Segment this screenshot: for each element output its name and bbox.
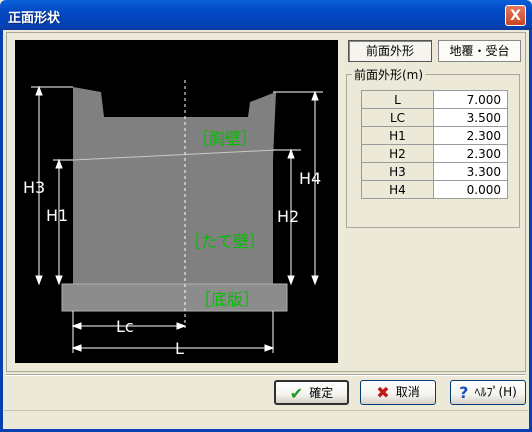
dim-label-h3: H3 bbox=[23, 178, 45, 197]
dimension-table: L 7.000 LC 3.500 H1 2.300 H2 2.300 H3 3.… bbox=[361, 90, 508, 199]
button-separator bbox=[6, 374, 526, 376]
param-label-h4: H4 bbox=[361, 180, 434, 199]
param-input-h4[interactable]: 0.000 bbox=[433, 180, 508, 199]
table-row: H4 0.000 bbox=[361, 180, 508, 199]
param-input-lc[interactable]: 3.500 bbox=[433, 108, 508, 127]
param-label-h3: H3 bbox=[361, 162, 434, 181]
window-title: 正面形状 bbox=[8, 11, 61, 26]
close-button[interactable]: X bbox=[505, 5, 526, 26]
table-row: H3 3.300 bbox=[361, 162, 508, 181]
param-label-h2: H2 bbox=[361, 144, 434, 163]
table-row: H2 2.300 bbox=[361, 144, 508, 163]
cancel-button[interactable]: ✖ 取消 bbox=[360, 380, 436, 405]
dim-label-h2: H2 bbox=[277, 207, 299, 226]
tab-coping-seat[interactable]: 地覆・受台 bbox=[438, 40, 521, 62]
param-input-h3[interactable]: 3.300 bbox=[433, 162, 508, 181]
checkmark-icon: ✔ bbox=[289, 384, 304, 403]
table-row: LC 3.500 bbox=[361, 108, 508, 127]
confirm-button-label: 確定 bbox=[309, 386, 334, 400]
question-icon: ? bbox=[459, 383, 469, 402]
dim-label-lc: Lc bbox=[116, 317, 134, 336]
param-input-h2[interactable]: 2.300 bbox=[433, 144, 508, 163]
front-shape-diagram: H3 H1 H4 H2 Lc L ［胸壁］ ［たて壁］ ［底版］ bbox=[15, 40, 338, 363]
region-label-footing: ［底版］ bbox=[195, 290, 259, 309]
cancel-button-label: 取消 bbox=[395, 385, 420, 399]
help-button[interactable]: ? ﾍﾙﾌﾟ(H) bbox=[450, 380, 526, 405]
param-input-h1[interactable]: 2.300 bbox=[433, 126, 508, 145]
front-outline-group-label: 前面外形(m) bbox=[352, 66, 426, 83]
table-row: H1 2.300 bbox=[361, 126, 508, 145]
help-button-label: ﾍﾙﾌﾟ(H) bbox=[474, 385, 517, 399]
confirm-button[interactable]: ✔ 確定 bbox=[274, 380, 349, 405]
title-bar[interactable]: 正面形状 X bbox=[0, 0, 532, 30]
x-icon: ✖ bbox=[376, 383, 390, 402]
dim-label-h4: H4 bbox=[299, 169, 321, 188]
tab-front-outline[interactable]: 前面外形 bbox=[348, 40, 432, 62]
dim-label-h1: H1 bbox=[46, 206, 68, 225]
param-label-h1: H1 bbox=[361, 126, 434, 145]
param-input-l[interactable]: 7.000 bbox=[433, 90, 508, 109]
close-icon: X bbox=[510, 8, 521, 24]
table-row: L 7.000 bbox=[361, 90, 508, 109]
status-bar bbox=[4, 410, 528, 428]
wall-body bbox=[73, 87, 276, 284]
region-label-parapet: ［胸壁］ bbox=[193, 129, 257, 148]
dim-label-l: L bbox=[175, 339, 184, 358]
diagram-svg: H3 H1 H4 H2 Lc L ［胸壁］ ［たて壁］ ［底版］ bbox=[23, 80, 323, 358]
dialog-window: 正面形状 X H3 H1 H4 H2 Lc L ［胸壁］ ［たて壁］ ［底版］ … bbox=[0, 0, 532, 432]
region-label-vertical-wall: ［たて壁］ bbox=[185, 232, 265, 251]
param-label-lc: LC bbox=[361, 108, 434, 127]
param-label-l: L bbox=[361, 90, 434, 109]
